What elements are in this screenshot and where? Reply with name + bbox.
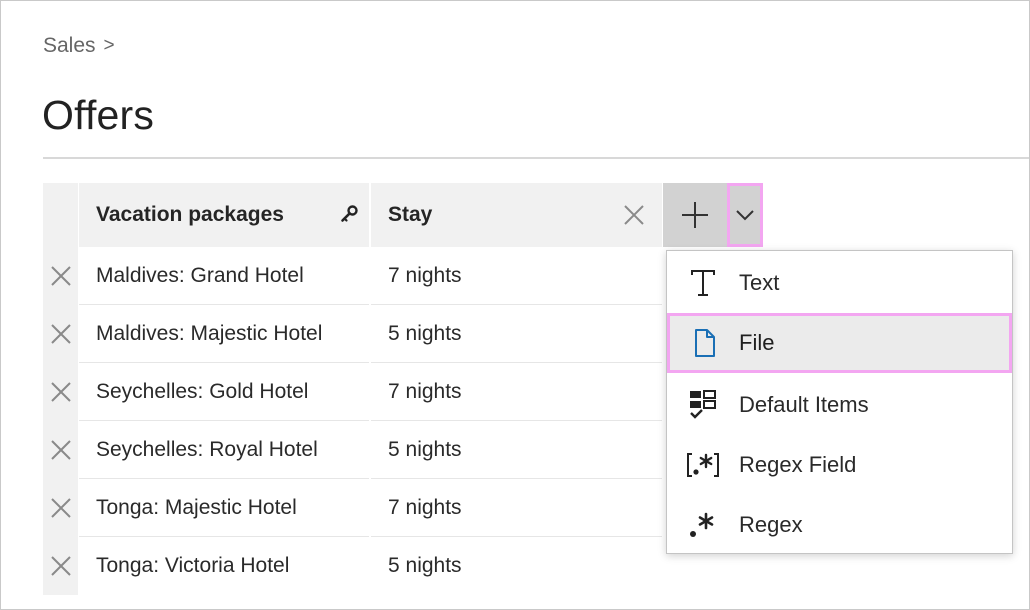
menu-item-regex-field[interactable]: Regex Field [667,435,1012,495]
menu-item-label: File [739,330,775,355]
cell-stay[interactable]: 5 nights [371,305,662,363]
delete-row-button[interactable] [43,421,78,479]
chevron-down-icon [736,210,754,221]
delete-row-button[interactable] [43,247,78,305]
breadcrumb-separator: > [103,35,115,56]
delete-row-button[interactable] [43,537,78,595]
text-type-icon [667,253,739,313]
close-icon [50,382,71,402]
cell-stay[interactable]: 7 nights [371,363,662,421]
menu-item-label: Regex Field [739,452,857,477]
table-row: Maldives: Majestic Hotel 5 nights [43,305,662,363]
cell-package[interactable]: Seychelles: Royal Hotel [79,421,369,479]
cell-stay[interactable]: 5 nights [371,537,662,595]
close-icon [50,266,71,286]
table-row: Tonga: Majestic Hotel 7 nights [43,479,662,537]
breadcrumb-item-sales[interactable]: Sales [43,34,96,58]
key-icon [341,205,358,222]
add-column-dropdown-menu: Text File Default Items Regex Field Rege… [666,250,1013,554]
menu-item-text[interactable]: Text [667,253,1012,313]
file-icon [670,313,739,373]
menu-item-default-items[interactable]: Default Items [667,375,1012,435]
cell-package[interactable]: Maldives: Majestic Hotel [79,305,369,363]
cell-package[interactable]: Maldives: Grand Hotel [79,247,369,305]
add-column-button[interactable] [663,183,727,247]
close-icon [50,440,71,460]
menu-item-file[interactable]: File [667,313,1012,373]
cell-stay[interactable]: 7 nights [371,247,662,305]
menu-item-regex[interactable]: Regex [667,495,1012,555]
column-header-label: Stay [388,203,433,226]
add-column-menu-button[interactable] [727,183,763,247]
cell-stay[interactable]: 5 nights [371,421,662,479]
cell-package[interactable]: Tonga: Victoria Hotel [79,537,369,595]
table-row: Seychelles: Gold Hotel 7 nights [43,363,662,421]
regex-field-icon [667,435,739,495]
table-row: Maldives: Grand Hotel 7 nights [43,247,662,305]
close-icon [50,556,71,576]
plus-icon [682,202,708,228]
table-header: Vacation packages Stay [43,183,662,247]
column-header-vacation-packages[interactable]: Vacation packages [79,183,369,247]
delete-row-button[interactable] [43,479,78,537]
breadcrumb: Sales > [43,34,115,58]
page-title: Offers [42,92,155,138]
table-row: Seychelles: Royal Hotel 5 nights [43,421,662,479]
cell-package[interactable]: Tonga: Majestic Hotel [79,479,369,537]
menu-item-label: Regex [739,512,803,537]
close-icon [50,498,71,518]
default-items-icon [667,375,739,435]
column-header-label: Vacation packages [96,203,284,226]
menu-item-label: Default Items [739,392,869,417]
title-divider [43,157,1029,159]
column-header-stay[interactable]: Stay [371,183,662,247]
cell-stay[interactable]: 7 nights [371,479,662,537]
table-row: Tonga: Victoria Hotel 5 nights [43,537,662,595]
table-body: Maldives: Grand Hotel 7 nights Maldives:… [43,247,662,595]
delete-row-button[interactable] [43,363,78,421]
close-icon [50,324,71,344]
delete-row-button[interactable] [43,305,78,363]
cell-package[interactable]: Seychelles: Gold Hotel [79,363,369,421]
close-icon[interactable] [622,203,646,227]
menu-item-label: Text [739,270,780,295]
regex-icon [667,495,739,555]
header-select-cell [43,183,78,247]
